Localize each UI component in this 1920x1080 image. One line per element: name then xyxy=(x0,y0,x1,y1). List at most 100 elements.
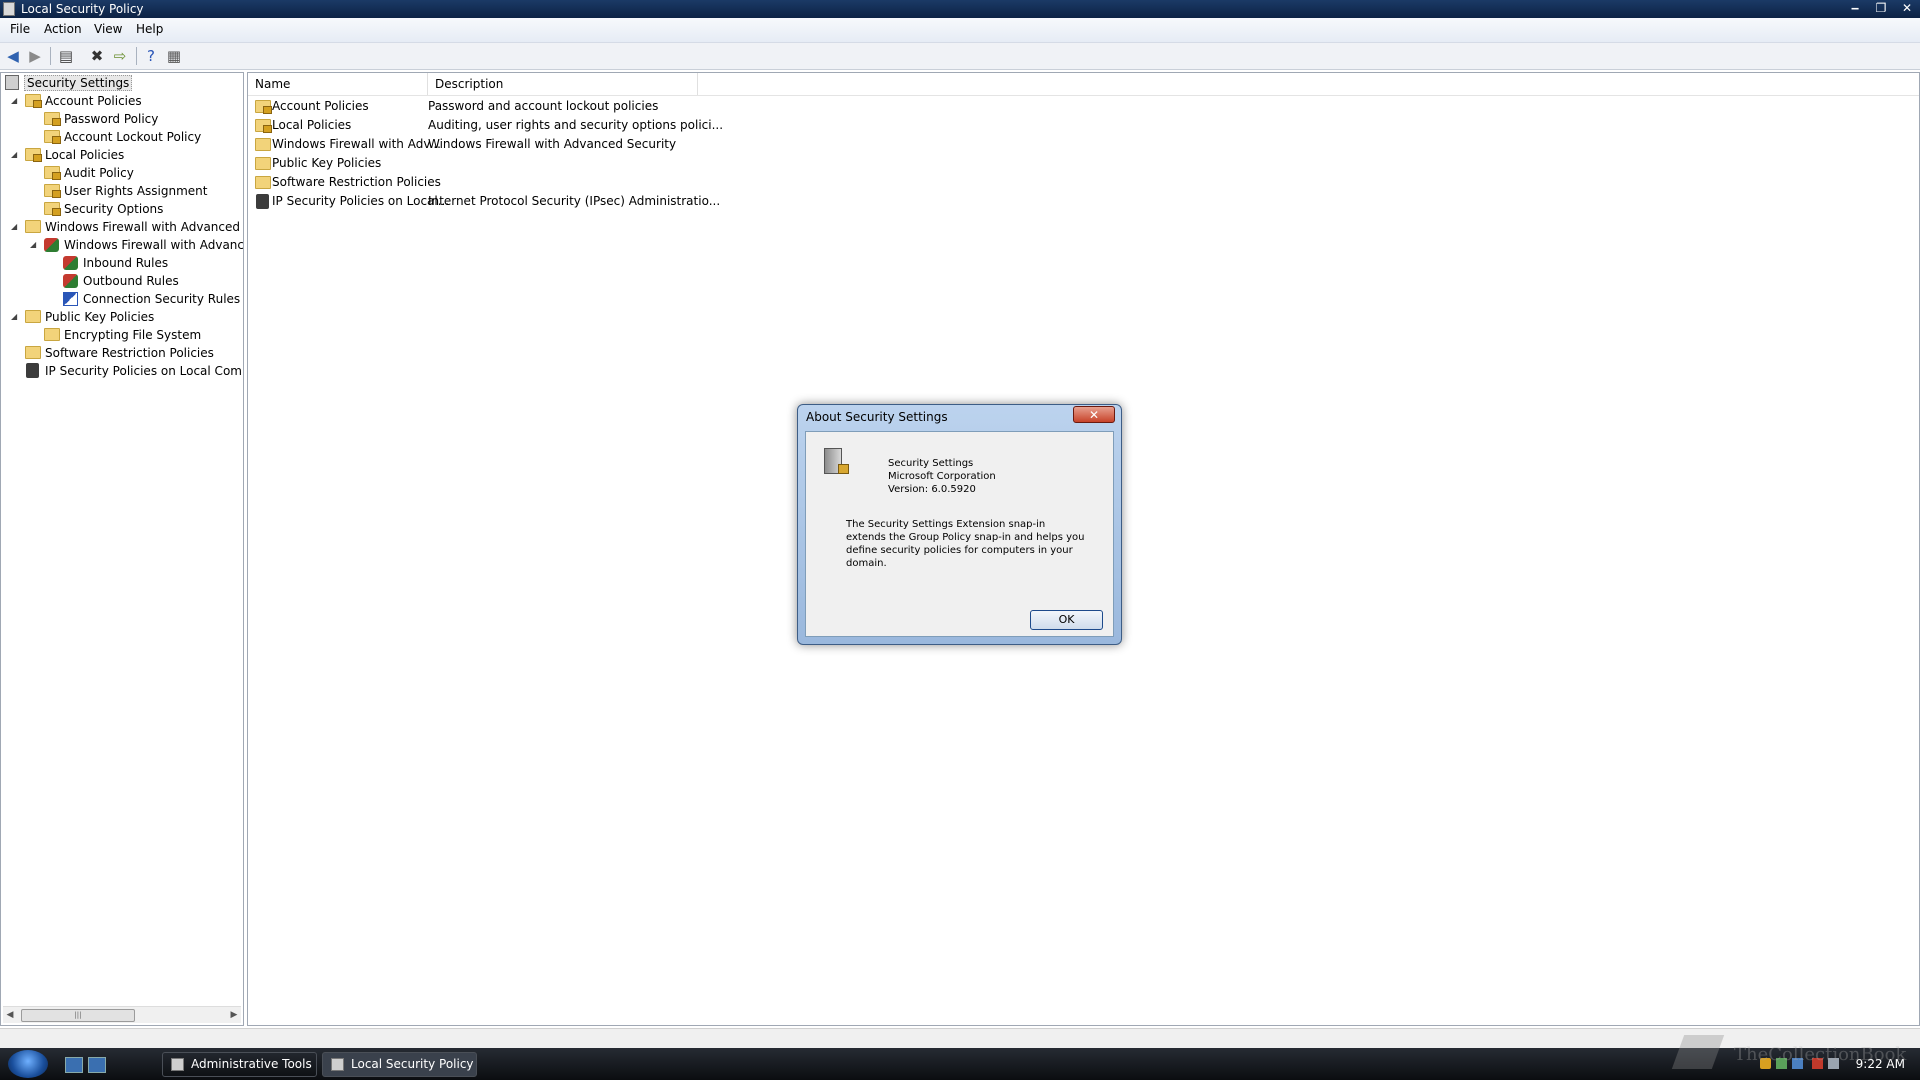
header-divider xyxy=(248,95,1919,96)
help-icon[interactable]: ? xyxy=(141,46,161,66)
folder-icon xyxy=(25,220,41,233)
show-desktop-icon[interactable] xyxy=(65,1057,83,1073)
folder-lock-icon xyxy=(255,119,272,133)
administrative-tools-icon xyxy=(171,1058,184,1071)
tree-item-label: Inbound Rules xyxy=(83,256,169,270)
column-header-description[interactable]: Description xyxy=(428,73,698,95)
list-item[interactable]: Account Policies Password and account lo… xyxy=(248,97,1248,116)
tree-item-label: IP Security Policies on Local Compute xyxy=(45,364,243,378)
firewall-icon xyxy=(44,238,59,252)
dialog-close-button[interactable]: ✕ xyxy=(1073,406,1115,423)
folder-icon xyxy=(255,138,271,151)
dialog-description: The Security Settings Extension snap-in … xyxy=(846,519,1085,569)
scroll-left-icon[interactable]: ◀ xyxy=(3,1007,17,1023)
console-tree: Security Settings ◢ Account Policies Pas… xyxy=(0,72,244,1026)
list-item[interactable]: Windows Firewall with Adv... Windows Fir… xyxy=(248,135,1248,154)
show-hide-action-pane-icon[interactable]: ▦ xyxy=(164,46,184,66)
expand-triangle-icon[interactable]: ◢ xyxy=(11,218,21,236)
version-text: Version: 6.0.5920 xyxy=(888,484,976,495)
tree-item-label: Windows Firewall with Advanced xyxy=(64,238,244,252)
toolbar-separator xyxy=(50,47,51,65)
local-security-policy-icon xyxy=(331,1058,344,1071)
list-item[interactable]: Software Restriction Policies xyxy=(248,173,1248,192)
status-bar xyxy=(0,1028,1920,1049)
back-arrow-icon[interactable]: ◀ xyxy=(3,46,23,66)
expand-triangle-icon[interactable]: ◢ xyxy=(30,236,40,254)
book-logo-icon xyxy=(1671,1035,1725,1069)
folder-icon xyxy=(255,157,271,170)
menu-file[interactable]: File xyxy=(10,22,30,36)
horizontal-scrollbar[interactable]: ◀ ||| ▶ xyxy=(3,1006,241,1023)
menu-help[interactable]: Help xyxy=(136,22,163,36)
scrollbar-thumb[interactable]: ||| xyxy=(21,1009,135,1022)
toolbar: ◀ ▶ ▤ ✖ ⇨ ? ▦ xyxy=(0,43,1920,70)
folder-lock-icon xyxy=(44,166,61,180)
tree-item-label: Connection Security Rules xyxy=(83,292,241,306)
security-settings-icon xyxy=(5,75,19,90)
window-title: Local Security Policy xyxy=(21,2,144,16)
tree-item-label: Encrypting File System xyxy=(64,328,202,342)
folder-lock-icon xyxy=(255,100,272,114)
menu-view[interactable]: View xyxy=(94,22,122,36)
tree-item-label: Public Key Policies xyxy=(45,310,155,324)
menu-bar: File Action View Help xyxy=(0,18,1920,43)
ipsec-icon xyxy=(26,363,39,378)
folder-lock-icon xyxy=(44,202,61,216)
folder-icon xyxy=(25,346,41,359)
window-title-bar: Local Security Policy ‒ ❐ ✕ xyxy=(0,0,1920,18)
column-header-name[interactable]: Name xyxy=(248,73,428,95)
forward-arrow-icon[interactable]: ▶ xyxy=(25,46,45,66)
tree-item-label: Account Policies xyxy=(45,94,142,108)
list-item-name: Windows Firewall with Adv... xyxy=(272,137,441,151)
company-name: Microsoft Corporation xyxy=(888,471,996,482)
tree-item-label: Outbound Rules xyxy=(83,274,179,288)
tree-root-label: Security Settings xyxy=(24,75,133,91)
expand-triangle-icon[interactable]: ◢ xyxy=(11,92,21,110)
close-window-button[interactable]: ✕ xyxy=(1894,0,1920,18)
dialog-body: Security Settings Microsoft Corporation … xyxy=(805,431,1114,637)
ipsec-icon xyxy=(256,194,269,209)
restore-button[interactable]: ❐ xyxy=(1868,0,1894,18)
list-item[interactable]: Public Key Policies xyxy=(248,154,1248,173)
list-item-name: Account Policies xyxy=(272,99,369,113)
taskbar-button-label: Administrative Tools xyxy=(191,1057,312,1071)
tree-item-label: Windows Firewall with Advanced Secu xyxy=(45,220,243,234)
list-item-name: Local Policies xyxy=(272,118,352,132)
export-list-icon[interactable]: ⇨ xyxy=(110,46,130,66)
folder-lock-icon xyxy=(44,112,61,126)
tree-item-label: Security Options xyxy=(64,202,164,216)
expand-triangle-icon[interactable]: ◢ xyxy=(11,146,21,164)
tree-item-label: User Rights Assignment xyxy=(64,184,208,198)
ok-button[interactable]: OK xyxy=(1030,610,1103,630)
tree-item-label: Audit Policy xyxy=(64,166,134,180)
delete-icon[interactable]: ✖ xyxy=(87,46,107,66)
local-security-policy-icon xyxy=(3,2,15,16)
taskbar: Administrative Tools Local Security Poli… xyxy=(0,1048,1920,1080)
folder-icon xyxy=(25,310,41,323)
list-item-description: Password and account lockout policies xyxy=(428,99,659,113)
tree-item-label: Software Restriction Policies xyxy=(45,346,214,360)
dialog-title: About Security Settings xyxy=(806,410,948,424)
folder-lock-icon xyxy=(44,130,61,144)
folder-icon xyxy=(255,176,271,189)
list-item[interactable]: Local Policies Auditing, user rights and… xyxy=(248,116,1248,135)
product-info: Security Settings Microsoft Corporation … xyxy=(888,457,996,496)
switch-windows-icon[interactable] xyxy=(88,1057,106,1073)
about-dialog: About Security Settings ✕ Security Setti… xyxy=(797,404,1122,645)
start-button[interactable] xyxy=(8,1050,48,1078)
menu-action[interactable]: Action xyxy=(44,22,82,36)
outbound-rules-icon xyxy=(63,274,78,288)
show-hide-console-tree-icon[interactable]: ▤ xyxy=(56,46,76,66)
minimize-button[interactable]: ‒ xyxy=(1842,0,1868,18)
scroll-right-icon[interactable]: ▶ xyxy=(227,1007,241,1023)
watermark: TheCollectionBook xyxy=(1670,1027,1920,1079)
expand-triangle-icon[interactable]: ◢ xyxy=(11,308,21,326)
taskbar-button-administrative-tools[interactable]: Administrative Tools xyxy=(162,1052,317,1077)
taskbar-button-local-security-policy[interactable]: Local Security Policy xyxy=(322,1052,477,1077)
folder-lock-icon xyxy=(44,184,61,198)
list-item-name: Public Key Policies xyxy=(272,156,382,170)
list-item[interactable]: IP Security Policies on Local... Interne… xyxy=(248,192,1248,211)
taskbar-button-label: Local Security Policy xyxy=(351,1057,474,1071)
connection-security-icon xyxy=(63,292,78,306)
tree-item-label: Password Policy xyxy=(64,112,159,126)
